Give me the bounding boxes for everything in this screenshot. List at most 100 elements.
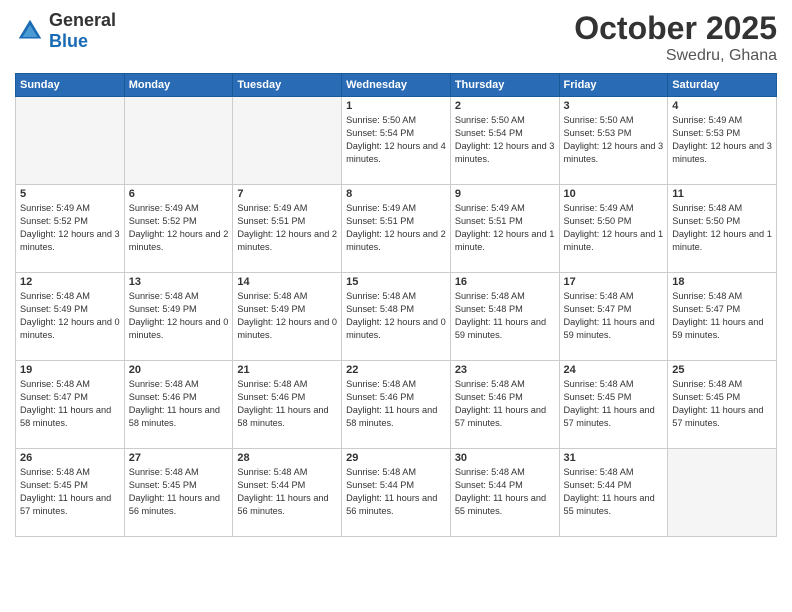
day-number: 19 — [20, 364, 120, 376]
day-number: 13 — [129, 276, 229, 288]
day-info: Sunrise: 5:48 AMSunset: 5:47 PMDaylight:… — [20, 378, 120, 430]
day-number: 8 — [346, 188, 446, 200]
day-number: 2 — [455, 100, 555, 112]
day-info: Sunrise: 5:48 AMSunset: 5:44 PMDaylight:… — [564, 466, 664, 518]
calendar-cell: 28 Sunrise: 5:48 AMSunset: 5:44 PMDayligh… — [233, 449, 342, 537]
day-number: 23 — [455, 364, 555, 376]
day-info: Sunrise: 5:48 AMSunset: 5:44 PMDaylight:… — [346, 466, 446, 518]
calendar-cell: 4 Sunrise: 5:49 AMSunset: 5:53 PMDaylight… — [668, 97, 777, 185]
week-row-3: 12 Sunrise: 5:48 AMSunset: 5:49 PMDayligh… — [16, 273, 777, 361]
day-info: Sunrise: 5:48 AMSunset: 5:50 PMDaylight:… — [672, 202, 772, 254]
day-info: Sunrise: 5:49 AMSunset: 5:52 PMDaylight:… — [129, 202, 229, 254]
logo-text-general: General — [49, 10, 116, 30]
day-info: Sunrise: 5:50 AMSunset: 5:54 PMDaylight:… — [455, 114, 555, 166]
week-row-1: 1 Sunrise: 5:50 AMSunset: 5:54 PMDaylight… — [16, 97, 777, 185]
header-row: SundayMondayTuesdayWednesdayThursdayFrid… — [16, 74, 777, 97]
header-cell-tuesday: Tuesday — [233, 74, 342, 97]
calendar-cell: 21Sunrise: 5:48 AMSunset: 5:46 PMDayligh… — [233, 361, 342, 449]
day-info: Sunrise: 5:50 AMSunset: 5:54 PMDaylight:… — [346, 114, 446, 166]
day-info: Sunrise: 5:48 AMSunset: 5:46 PMDaylight:… — [237, 378, 337, 430]
day-info: Sunrise: 5:49 AMSunset: 5:51 PMDaylight:… — [237, 202, 337, 254]
header-cell-monday: Monday — [124, 74, 233, 97]
calendar-cell: 17Sunrise: 5:48 AMSunset: 5:47 PMDayligh… — [559, 273, 668, 361]
calendar-cell: 22 Sunrise: 5:48 AMSunset: 5:46 PMDayligh… — [342, 361, 451, 449]
day-number: 7 — [237, 188, 337, 200]
calendar-cell: 11 Sunrise: 5:48 AMSunset: 5:50 PMDayligh… — [668, 185, 777, 273]
calendar-cell: 1 Sunrise: 5:50 AMSunset: 5:54 PMDaylight… — [342, 97, 451, 185]
day-number: 6 — [129, 188, 229, 200]
calendar-cell: 29 Sunrise: 5:48 AMSunset: 5:44 PMDayligh… — [342, 449, 451, 537]
day-info: Sunrise: 5:48 AMSunset: 5:45 PMDaylight:… — [672, 378, 772, 430]
calendar-cell: 7 Sunrise: 5:49 AMSunset: 5:51 PMDaylight… — [233, 185, 342, 273]
location-title: Swedru, Ghana — [574, 47, 777, 65]
day-number: 1 — [346, 100, 446, 112]
day-number: 10 — [564, 188, 664, 200]
day-info: Sunrise: 5:50 AMSunset: 5:53 PMDaylight:… — [564, 114, 664, 166]
day-number: 20 — [129, 364, 229, 376]
week-row-4: 19 Sunrise: 5:48 AMSunset: 5:47 PMDayligh… — [16, 361, 777, 449]
day-info: Sunrise: 5:48 AMSunset: 5:49 PMDaylight:… — [20, 290, 120, 342]
calendar-cell: 25Sunrise: 5:48 AMSunset: 5:45 PMDayligh… — [668, 361, 777, 449]
day-info: Sunrise: 5:49 AMSunset: 5:53 PMDaylight:… — [672, 114, 772, 166]
day-info: Sunrise: 5:48 AMSunset: 5:45 PMDaylight:… — [129, 466, 229, 518]
header: General Blue October 2025 Swedru, Ghana — [15, 10, 777, 65]
week-row-5: 26 Sunrise: 5:48 AMSunset: 5:45 PMDayligh… — [16, 449, 777, 537]
day-info: Sunrise: 5:48 AMSunset: 5:49 PMDaylight:… — [237, 290, 337, 342]
calendar-cell: 18 Sunrise: 5:48 AMSunset: 5:47 PMDayligh… — [668, 273, 777, 361]
day-number: 3 — [564, 100, 664, 112]
day-info: Sunrise: 5:48 AMSunset: 5:47 PMDaylight:… — [672, 290, 772, 342]
calendar-table: SundayMondayTuesdayWednesdayThursdayFrid… — [15, 73, 777, 537]
day-info: Sunrise: 5:48 AMSunset: 5:46 PMDaylight:… — [455, 378, 555, 430]
day-number: 14 — [237, 276, 337, 288]
day-number: 28 — [237, 452, 337, 464]
day-number: 12 — [20, 276, 120, 288]
day-info: Sunrise: 5:48 AMSunset: 5:44 PMDaylight:… — [237, 466, 337, 518]
calendar-cell: 12 Sunrise: 5:48 AMSunset: 5:49 PMDayligh… — [16, 273, 125, 361]
calendar-cell: 23 Sunrise: 5:48 AMSunset: 5:46 PMDayligh… — [450, 361, 559, 449]
day-number: 29 — [346, 452, 446, 464]
day-number: 18 — [672, 276, 772, 288]
title-block: October 2025 Swedru, Ghana — [574, 10, 777, 65]
calendar-cell: 2 Sunrise: 5:50 AMSunset: 5:54 PMDaylight… — [450, 97, 559, 185]
day-number: 5 — [20, 188, 120, 200]
calendar-cell: 31 Sunrise: 5:48 AMSunset: 5:44 PMDayligh… — [559, 449, 668, 537]
calendar-cell: 13 Sunrise: 5:48 AMSunset: 5:49 PMDayligh… — [124, 273, 233, 361]
day-number: 31 — [564, 452, 664, 464]
day-info: Sunrise: 5:48 AMSunset: 5:46 PMDaylight:… — [129, 378, 229, 430]
header-cell-saturday: Saturday — [668, 74, 777, 97]
day-number: 4 — [672, 100, 772, 112]
week-row-2: 5 Sunrise: 5:49 AMSunset: 5:52 PMDaylight… — [16, 185, 777, 273]
calendar-cell: 15 Sunrise: 5:48 AMSunset: 5:48 PMDayligh… — [342, 273, 451, 361]
header-cell-thursday: Thursday — [450, 74, 559, 97]
calendar-cell: 24Sunrise: 5:48 AMSunset: 5:45 PMDayligh… — [559, 361, 668, 449]
day-info: Sunrise: 5:48 AMSunset: 5:49 PMDaylight:… — [129, 290, 229, 342]
calendar-cell: 14 Sunrise: 5:48 AMSunset: 5:49 PMDayligh… — [233, 273, 342, 361]
calendar-cell: 10 Sunrise: 5:49 AMSunset: 5:50 PMDayligh… — [559, 185, 668, 273]
header-cell-wednesday: Wednesday — [342, 74, 451, 97]
header-cell-friday: Friday — [559, 74, 668, 97]
day-number: 22 — [346, 364, 446, 376]
day-number: 17 — [564, 276, 664, 288]
page: General Blue October 2025 Swedru, Ghana … — [0, 0, 792, 612]
day-number: 24 — [564, 364, 664, 376]
calendar-cell — [668, 449, 777, 537]
day-number: 15 — [346, 276, 446, 288]
header-cell-sunday: Sunday — [16, 74, 125, 97]
calendar-cell: 27 Sunrise: 5:48 AMSunset: 5:45 PMDayligh… — [124, 449, 233, 537]
calendar-cell: 16 Sunrise: 5:48 AMSunset: 5:48 PMDayligh… — [450, 273, 559, 361]
day-number: 27 — [129, 452, 229, 464]
logo-text-blue: Blue — [49, 31, 88, 51]
calendar-cell: 5Sunrise: 5:49 AMSunset: 5:52 PMDaylight… — [16, 185, 125, 273]
calendar-cell — [124, 97, 233, 185]
day-info: Sunrise: 5:49 AMSunset: 5:50 PMDaylight:… — [564, 202, 664, 254]
day-number: 16 — [455, 276, 555, 288]
day-info: Sunrise: 5:49 AMSunset: 5:51 PMDaylight:… — [346, 202, 446, 254]
calendar-cell: 6 Sunrise: 5:49 AMSunset: 5:52 PMDaylight… — [124, 185, 233, 273]
day-info: Sunrise: 5:48 AMSunset: 5:46 PMDaylight:… — [346, 378, 446, 430]
day-number: 11 — [672, 188, 772, 200]
logo: General Blue — [15, 10, 116, 52]
calendar-cell: 30Sunrise: 5:48 AMSunset: 5:44 PMDayligh… — [450, 449, 559, 537]
day-info: Sunrise: 5:48 AMSunset: 5:48 PMDaylight:… — [455, 290, 555, 342]
day-number: 26 — [20, 452, 120, 464]
day-info: Sunrise: 5:48 AMSunset: 5:48 PMDaylight:… — [346, 290, 446, 342]
